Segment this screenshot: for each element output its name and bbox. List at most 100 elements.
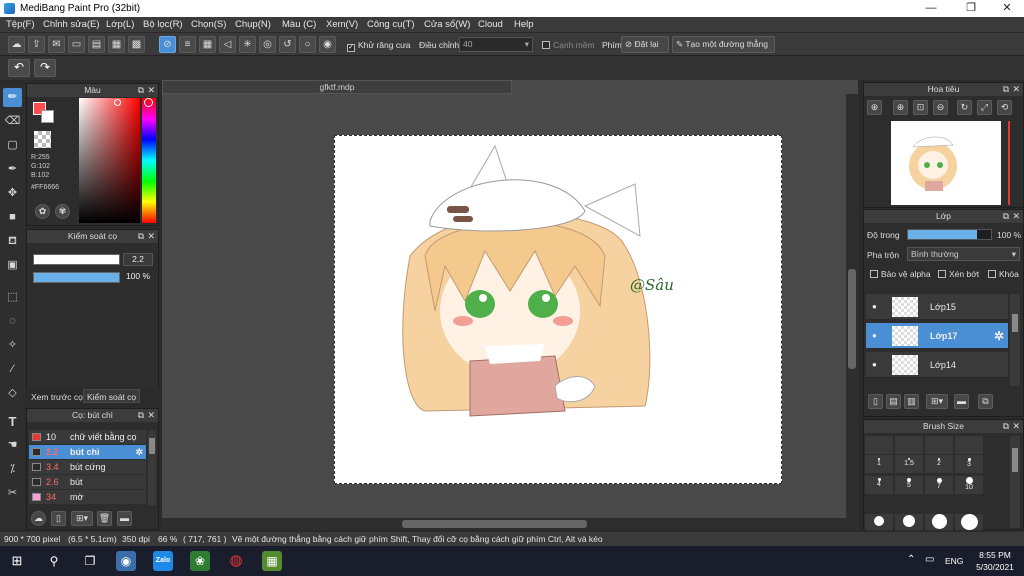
new-layer-1bit-icon[interactable]: ▥ [904, 394, 919, 409]
upload-icon[interactable]: ⇪ [28, 36, 45, 53]
undock-icon[interactable]: ⧉ [138, 84, 144, 97]
eyedropper-tool-icon[interactable]: ⁒ [3, 460, 22, 479]
reset-button[interactable]: ⊘ Đặt lại [621, 36, 669, 53]
brush-size-cell[interactable]: 2 [925, 455, 953, 473]
snap-off-icon[interactable]: ⊘ [159, 36, 176, 53]
clipping-checkbox[interactable]: Xén bớt [938, 269, 979, 279]
menu-window[interactable]: Cửa sổ(W) [424, 19, 470, 30]
menu-color[interactable]: Màu (C) [282, 19, 316, 30]
new-brush-icon[interactable]: ▯ [51, 511, 66, 526]
network-icon[interactable]: ▭ [925, 554, 934, 565]
secondary-color-swatch[interactable] [41, 110, 54, 123]
menu-file[interactable]: Tệp(F) [6, 19, 35, 30]
brush-size-cell[interactable]: 3 [955, 455, 983, 473]
palette-icon[interactable]: ✿ [35, 204, 50, 219]
layer-list-scrollbar[interactable] [1010, 294, 1020, 386]
concentric-snap-icon[interactable]: ◉ [319, 36, 336, 53]
chrome-taskbar-icon[interactable]: ◍ [226, 551, 246, 571]
undock-icon[interactable]: ⧉ [138, 409, 144, 422]
rotate-icon[interactable]: ↻ [957, 100, 972, 115]
create-line-button[interactable]: ✎ Tạo một đường thẳng [672, 36, 775, 53]
flip-icon[interactable]: ⤢ [977, 100, 992, 115]
greenapp-taskbar-icon[interactable]: ❀ [190, 551, 210, 571]
brush-size-cell[interactable]: 1 [865, 455, 893, 473]
dot-tool-icon[interactable]: ✒ [3, 160, 22, 179]
add-layer-menu-icon[interactable]: ⊞▾ [926, 394, 948, 409]
brush-size-cell[interactable] [955, 436, 983, 454]
magic-wand-tool-icon[interactable]: ✧ [3, 336, 22, 355]
layer-row-selected[interactable]: ● Lớp17 ✲ [866, 323, 1008, 349]
medibang-taskbar-icon[interactable]: ◉ [116, 551, 136, 571]
brush-size-cell[interactable] [895, 436, 923, 454]
protect-alpha-checkbox[interactable]: Bảo vệ alpha [870, 269, 931, 279]
visibility-icon[interactable]: ● [872, 352, 877, 378]
cloud-brush-icon[interactable]: ☁ [31, 511, 46, 526]
layer-row[interactable]: ● Lớp14 [866, 352, 1008, 378]
undock-icon[interactable]: ⧉ [138, 230, 144, 243]
parallel-snap-icon[interactable]: ≡ [179, 36, 196, 53]
cross-snap-icon[interactable]: ▦ [199, 36, 216, 53]
trash-icon[interactable]: 🗑 [97, 511, 112, 526]
close-panel-icon[interactable]: ✕ [147, 230, 155, 243]
undock-icon[interactable]: ⧉ [1003, 83, 1009, 96]
visibility-icon[interactable]: ● [872, 323, 877, 349]
brush-size-cell[interactable] [925, 514, 953, 530]
menu-layer[interactable]: Lớp(L) [106, 19, 134, 30]
brush-size-cell[interactable] [865, 436, 893, 454]
lasso-tool-icon[interactable]: ◌ [3, 312, 22, 331]
close-panel-icon[interactable]: ✕ [147, 409, 155, 422]
page-icon[interactable]: ▤ [88, 36, 105, 53]
ellipse-snap-icon[interactable]: ○ [299, 36, 316, 53]
brush-item[interactable]: 2.6 bút [29, 475, 146, 489]
chat-icon[interactable]: ✉ [48, 36, 65, 53]
close-panel-icon[interactable]: ✕ [1012, 83, 1020, 96]
soft-edge-checkbox[interactable]: Cạnh mềm [542, 40, 595, 50]
undock-icon[interactable]: ⧉ [1003, 210, 1009, 223]
gear-icon[interactable]: ✲ [994, 323, 1004, 349]
close-panel-icon[interactable]: ✕ [1012, 210, 1020, 223]
undo-button[interactable]: ↶ [8, 59, 30, 77]
brush-size-cell[interactable] [895, 514, 923, 530]
tray-chevron-up-icon[interactable]: ⌃ [907, 554, 915, 565]
palette-settings-icon[interactable]: ✾ [55, 204, 70, 219]
menu-tools[interactable]: Công cụ(T) [367, 19, 415, 30]
panel-icon[interactable]: ▦ [108, 36, 125, 53]
search-icon[interactable]: ⚲ [44, 551, 64, 571]
menu-help[interactable]: Help [514, 19, 534, 30]
comment-icon[interactable]: ▭ [68, 36, 85, 53]
circle-snap-icon[interactable]: ◎ [259, 36, 276, 53]
radial-snap-icon[interactable]: ✳ [239, 36, 256, 53]
document-tab[interactable]: gfktf.mdp [162, 80, 512, 94]
hue-cursor[interactable] [144, 98, 153, 107]
saturation-picker[interactable] [79, 98, 140, 223]
brush-size-slider[interactable] [33, 254, 120, 265]
rectangle-tool-icon[interactable]: ▢ [3, 136, 22, 155]
knife-tool-icon[interactable]: ✂ [3, 484, 22, 503]
transparent-swatch[interactable] [34, 131, 51, 148]
new-layer-8bit-icon[interactable]: ▤ [886, 394, 901, 409]
redo-button[interactable]: ↷ [34, 59, 56, 77]
lock-checkbox[interactable]: Khóa [988, 269, 1019, 279]
grid-icon[interactable]: ▩ [128, 36, 145, 53]
brush-size-scrollbar[interactable] [1010, 436, 1020, 528]
tab-brush-control[interactable]: Kiểm soát cọ [83, 389, 141, 403]
brush-item[interactable]: 34 mờ [29, 490, 146, 504]
saturation-cursor[interactable] [114, 99, 121, 106]
brush-size-cell[interactable]: 7 [925, 476, 953, 494]
hue-slider[interactable] [142, 98, 156, 223]
folder-icon[interactable]: ▬ [954, 394, 969, 409]
select-eraser-tool-icon[interactable]: ◇ [3, 384, 22, 403]
folder-icon[interactable]: ▬ [117, 511, 132, 526]
windows-start-icon[interactable]: ⊞ [7, 551, 27, 571]
brush-size-cell[interactable]: 4 [865, 476, 893, 494]
task-view-icon[interactable]: ❐ [80, 551, 100, 571]
zoom-in-small-icon[interactable]: ⊕ [893, 100, 908, 115]
brush-size-cell[interactable] [865, 514, 893, 530]
brush-size-cell[interactable] [925, 436, 953, 454]
close-panel-icon[interactable]: ✕ [147, 84, 155, 97]
brush-item-selected[interactable]: 2.2 bút chì ✲ [29, 445, 146, 459]
text-tool-icon[interactable]: T [3, 412, 22, 431]
brush-list-scrollbar[interactable] [148, 430, 156, 505]
menu-select[interactable]: Chọn(S) [191, 19, 226, 30]
curve-snap-icon[interactable]: ↺ [279, 36, 296, 53]
